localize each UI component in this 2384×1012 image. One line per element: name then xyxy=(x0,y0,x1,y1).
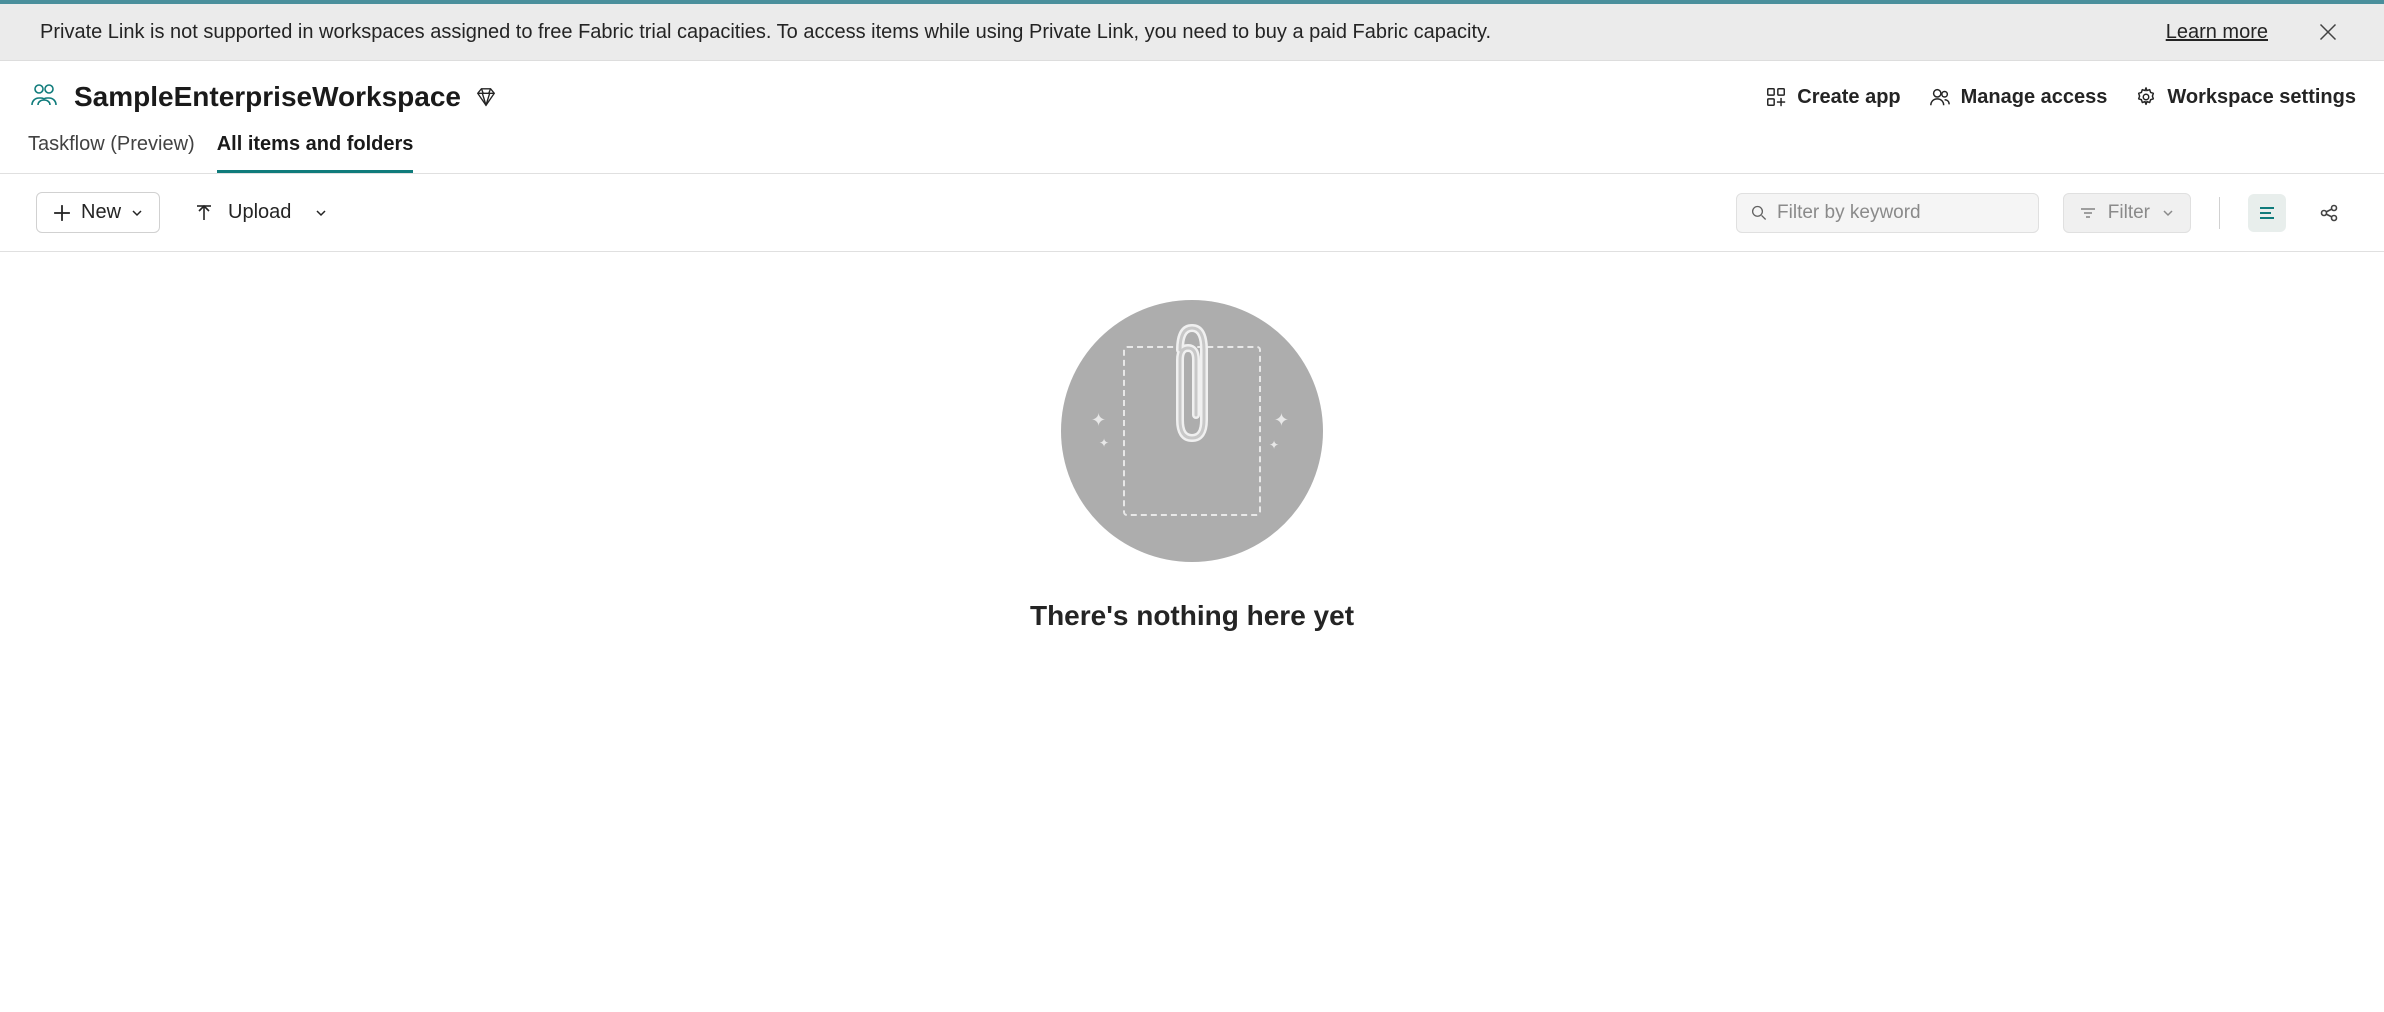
new-button[interactable]: New xyxy=(36,192,160,233)
chevron-down-icon xyxy=(315,207,327,219)
workspace-title: SampleEnterpriseWorkspace xyxy=(74,81,461,113)
header-actions: Create app Manage access Workspace setti… xyxy=(1765,86,2356,109)
paperclip-icon xyxy=(1162,320,1222,460)
create-app-button[interactable]: Create app xyxy=(1765,86,1900,109)
workspace-settings-label: Workspace settings xyxy=(2167,86,2356,109)
notification-banner: Private Link is not supported in workspa… xyxy=(0,4,2384,61)
upload-button[interactable]: Upload xyxy=(184,193,337,232)
filter-keyword-input-wrapper[interactable] xyxy=(1736,193,2039,233)
filter-keyword-input[interactable] xyxy=(1777,202,2024,224)
tab-bar: Taskflow (Preview) All items and folders xyxy=(0,121,2384,174)
chevron-down-icon xyxy=(2162,207,2174,219)
gear-icon xyxy=(2135,86,2157,108)
people-icon xyxy=(1929,86,1951,108)
graph-icon xyxy=(2319,203,2339,223)
create-app-label: Create app xyxy=(1797,86,1900,109)
sparkle-icon: ✦ xyxy=(1099,436,1109,450)
filter-button-label: Filter xyxy=(2108,202,2150,224)
lineage-view-button[interactable] xyxy=(2310,194,2348,232)
close-icon xyxy=(2318,22,2338,42)
search-icon xyxy=(1751,204,1767,222)
app-icon xyxy=(1765,86,1787,108)
empty-state-illustration: ✦ ✦ ✦ ✦ xyxy=(1061,300,1323,562)
sparkle-icon: ✦ xyxy=(1274,410,1289,431)
diamond-icon xyxy=(475,86,497,108)
toolbar-divider xyxy=(2219,197,2220,229)
manage-access-button[interactable]: Manage access xyxy=(1929,86,2108,109)
list-icon xyxy=(2257,203,2277,223)
new-button-label: New xyxy=(81,201,121,224)
banner-learn-more-link[interactable]: Learn more xyxy=(2166,21,2268,44)
banner-message: Private Link is not supported in workspa… xyxy=(40,21,2142,44)
filter-icon xyxy=(2080,205,2096,221)
dashed-document-icon xyxy=(1123,346,1261,516)
list-view-button[interactable] xyxy=(2248,194,2286,232)
workspace-icon xyxy=(28,81,60,113)
plus-icon xyxy=(53,204,71,222)
sparkle-icon: ✦ xyxy=(1091,410,1106,431)
chevron-down-icon xyxy=(131,207,143,219)
manage-access-label: Manage access xyxy=(1961,86,2108,109)
banner-close-button[interactable] xyxy=(2312,16,2344,48)
empty-state: ✦ ✦ ✦ ✦ There's nothing here yet xyxy=(0,252,2384,632)
workspace-header: SampleEnterpriseWorkspace Create app xyxy=(0,61,2384,121)
upload-icon xyxy=(194,203,214,223)
sparkle-icon: ✦ xyxy=(1269,438,1279,452)
workspace-settings-button[interactable]: Workspace settings xyxy=(2135,86,2356,109)
tab-taskflow[interactable]: Taskflow (Preview) xyxy=(28,133,195,173)
filter-button[interactable]: Filter xyxy=(2063,193,2191,233)
toolbar: New Upload Filter xyxy=(0,174,2384,252)
upload-label: Upload xyxy=(228,201,291,224)
empty-state-title: There's nothing here yet xyxy=(1030,600,1354,632)
tab-all-items[interactable]: All items and folders xyxy=(217,133,414,173)
